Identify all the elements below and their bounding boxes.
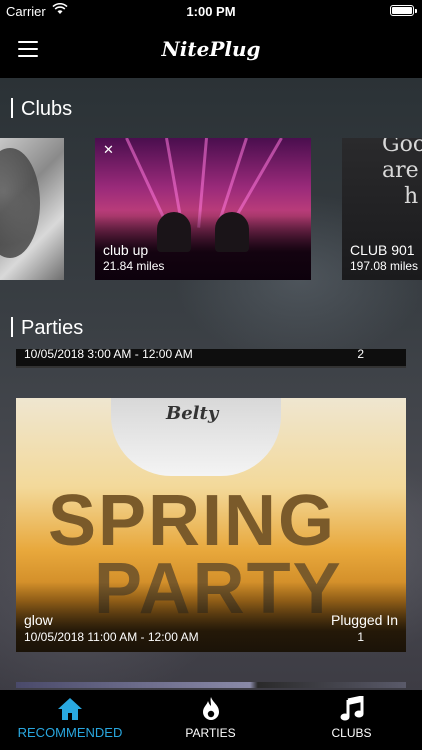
club-distance: 197.08 miles [350, 259, 419, 273]
flame-icon [200, 696, 222, 722]
tab-bar: RECOMMENDED PARTIES CLUBS [0, 682, 422, 750]
party-card[interactable]: Belty SPRING PARTY glow 10/05/2018 11:00… [16, 398, 406, 652]
club-card[interactable]: ✕ club up 21.84 miles [95, 138, 311, 280]
parties-heading-label: Parties [21, 317, 84, 339]
home-icon [56, 696, 84, 722]
tab-parties[interactable]: PARTIES [140, 690, 281, 750]
party-date: 10/05/2018 11:00 AM - 12:00 AM [24, 630, 199, 644]
battery-icon [390, 5, 417, 16]
card-script-text: h [404, 184, 419, 209]
party-date: 10/05/2018 3:00 AM - 12:00 AM [24, 349, 193, 361]
navigation-bar: NitePlug [0, 22, 422, 78]
music-note-icon [340, 695, 364, 722]
club-name: CLUB 901 [350, 242, 415, 258]
plugged-count: 1 [357, 630, 364, 644]
plugged-count: 2 [357, 349, 364, 361]
parties-heading: Parties [11, 317, 83, 340]
clubs-heading: Clubs [11, 98, 72, 121]
tab-label: PARTIES [185, 726, 236, 740]
party-card-partial[interactable]: 10/05/2018 3:00 AM - 12:00 AM 2 [16, 349, 406, 368]
clubs-carousel[interactable]: ✕ club up 21.84 miles Goo are h CLUB 901… [0, 138, 422, 280]
tab-clubs[interactable]: CLUBS [281, 690, 422, 750]
status-time: 1:00 PM [186, 4, 236, 19]
card-script-text: Goo [382, 138, 422, 157]
club-name: club up [103, 242, 149, 258]
party-name: glow [24, 612, 53, 628]
status-bar: Carrier 1:00 PM [0, 0, 422, 22]
tab-recommended[interactable]: RECOMMENDED [0, 690, 140, 750]
card-script-text: are [382, 158, 419, 183]
close-icon[interactable]: ✕ [103, 142, 114, 158]
club-distance: 21.84 miles [103, 259, 165, 273]
tab-label: CLUBS [331, 726, 372, 740]
tab-label: RECOMMENDED [17, 725, 123, 740]
clubs-heading-label: Clubs [21, 98, 73, 120]
plugged-in-label: Plugged In [331, 612, 398, 628]
app-title: NitePlug [161, 37, 261, 61]
poster-text: Belty [166, 403, 219, 424]
club-card-partial-left[interactable] [0, 138, 64, 280]
club-card[interactable]: Goo are h CLUB 901 197.08 miles [342, 138, 422, 280]
